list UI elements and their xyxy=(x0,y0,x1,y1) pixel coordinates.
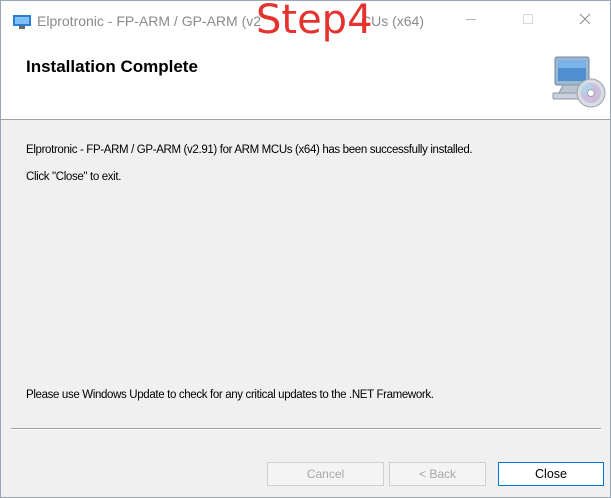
windows-update-message: Please use Windows Update to check for a… xyxy=(26,389,434,401)
installer-icon xyxy=(13,15,31,29)
cancel-button-label: Cancel xyxy=(306,467,345,481)
back-button-label: < Back xyxy=(418,467,457,481)
title-bar[interactable]: Elprotronic - FP-ARM / GP-ARM (v2 CUs (x… xyxy=(1,1,610,43)
close-window-button[interactable] xyxy=(563,1,607,37)
page-title: Installation Complete xyxy=(26,57,198,76)
header-banner: Installation Complete xyxy=(1,43,610,120)
exit-instruction: Click "Close" to exit. xyxy=(26,171,122,183)
close-button-label: Close xyxy=(535,467,567,481)
minimize-button[interactable] xyxy=(449,1,493,37)
maximize-icon xyxy=(523,14,533,24)
close-icon xyxy=(579,13,591,25)
installer-window: Elprotronic - FP-ARM / GP-ARM (v2 CUs (x… xyxy=(0,0,611,498)
button-separator xyxy=(11,428,601,430)
computer-disc-icon xyxy=(552,56,606,108)
back-button[interactable]: < Back xyxy=(389,462,486,486)
minimize-icon xyxy=(466,19,476,20)
installed-message: Elprotronic - FP-ARM / GP-ARM (v2.91) fo… xyxy=(26,144,473,156)
cancel-button[interactable]: Cancel xyxy=(267,462,384,486)
close-button[interactable]: Close xyxy=(498,462,604,486)
maximize-button[interactable] xyxy=(506,1,550,37)
window-title-left: Elprotronic - FP-ARM / GP-ARM (v2 xyxy=(37,13,262,29)
step-overlay-label: Step4 xyxy=(256,0,373,43)
